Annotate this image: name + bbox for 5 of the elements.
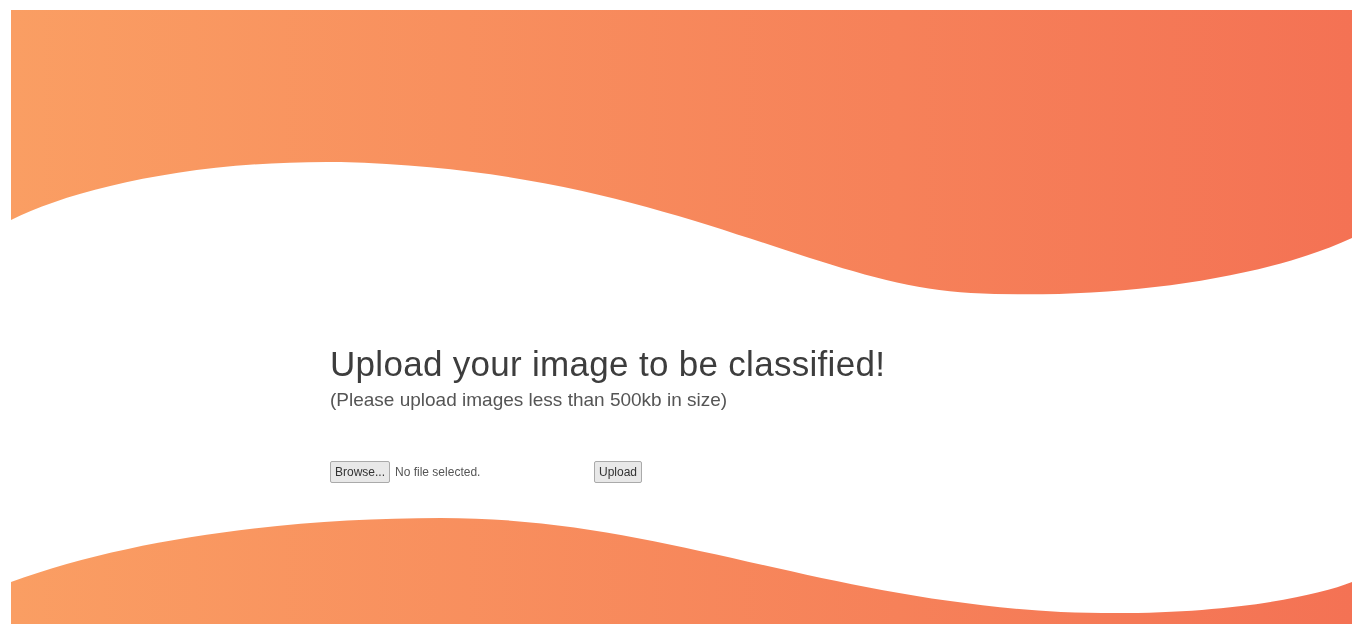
size-hint: (Please upload images less than 500kb in size) [330,388,729,412]
page-heading: Upload your image to be classified! [330,343,887,385]
browse-button[interactable]: Browse... [330,461,390,483]
file-status: No file selected. [395,465,482,479]
upload-button[interactable]: Upload [594,461,643,483]
